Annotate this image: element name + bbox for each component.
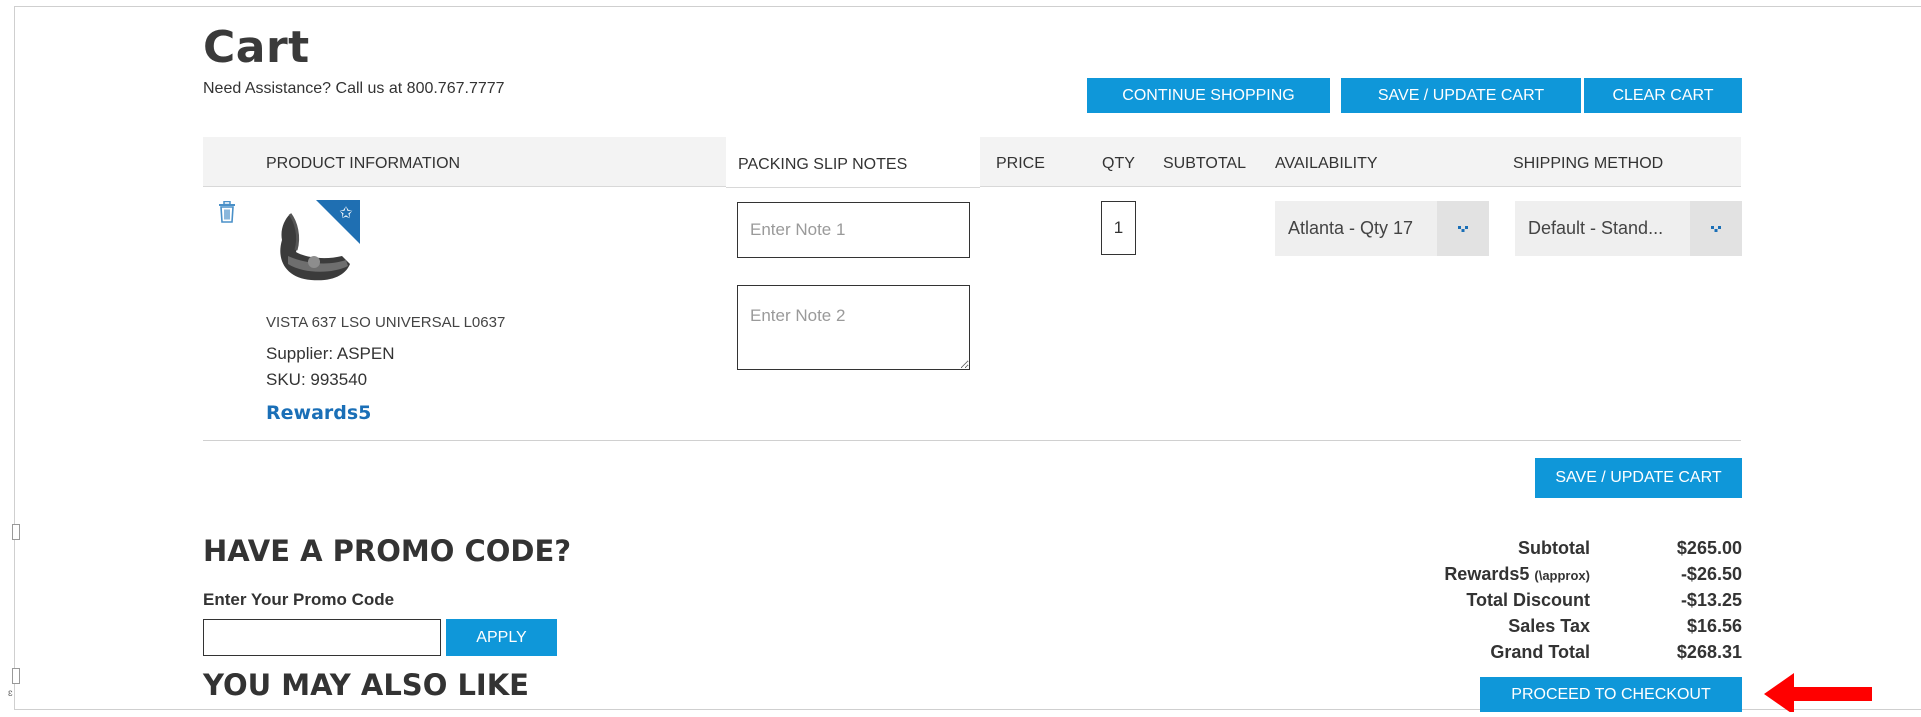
apply-promo-button[interactable]: APPLY	[446, 619, 557, 656]
red-arrow-annotation	[1764, 671, 1874, 715]
proceed-to-checkout-button[interactable]: PROCEED TO CHECKOUT	[1480, 677, 1742, 712]
grand-total-label: Grand Total	[1490, 642, 1590, 662]
product-supplier: Supplier: ASPEN	[266, 344, 395, 363]
total-discount-label: Total Discount	[1466, 590, 1590, 610]
save-update-cart-button[interactable]: SAVE / UPDATE CART	[1341, 78, 1581, 113]
product-rewards-link[interactable]: Rewards5	[266, 402, 371, 424]
you-may-also-like-heading: YOU MAY ALSO LIKE	[203, 668, 529, 702]
product-name[interactable]: VISTA 637 LSO UNIVERSAL L0637	[266, 314, 505, 331]
availability-select[interactable]: Atlanta - Qty 17	[1275, 201, 1489, 256]
star-badge-icon: ✩	[339, 203, 353, 222]
chevron-down-icon[interactable]	[1690, 201, 1742, 256]
promo-heading: HAVE A PROMO CODE?	[203, 534, 572, 568]
shipping-method-value: Default - Stand...	[1528, 218, 1664, 238]
rewards-label-text: Rewards5	[1444, 564, 1530, 584]
chevron-down-icon[interactable]	[1437, 201, 1489, 256]
packing-note-1-input[interactable]	[737, 202, 970, 258]
subtotal-value: $265.00	[1676, 538, 1742, 558]
rewards-label: Rewards5 (\approx)	[1290, 564, 1590, 585]
header-shipping-method: SHIPPING METHOD	[1513, 155, 1664, 172]
shipping-method-select[interactable]: Default - Stand...	[1515, 201, 1742, 256]
quantity-input[interactable]: 1	[1101, 201, 1136, 255]
rewards-value: -$26.50	[1680, 564, 1742, 584]
rewards-note: (\approx)	[1534, 568, 1590, 583]
grand-total-value: $268.31	[1676, 642, 1742, 662]
header-subtotal: SUBTOTAL	[1163, 155, 1246, 172]
edge-marker	[12, 524, 20, 540]
total-discount-value: -$13.25	[1680, 590, 1742, 610]
save-update-cart-button-bottom[interactable]: SAVE / UPDATE CART	[1535, 458, 1742, 498]
edge-marker	[12, 668, 20, 684]
header-price: PRICE	[996, 155, 1045, 172]
row-divider	[203, 440, 1741, 441]
header-availability: AVAILABILITY	[1275, 155, 1378, 172]
subtotal-label: Subtotal	[1518, 538, 1590, 558]
header-qty: QTY	[1102, 155, 1135, 172]
header-product-information: PRODUCT INFORMATION	[266, 155, 461, 172]
product-thumbnail[interactable]: ✩	[266, 200, 360, 286]
edge-text: ɛ	[8, 688, 13, 699]
clear-cart-button[interactable]: CLEAR CART	[1584, 78, 1742, 113]
page-title: Cart	[203, 22, 310, 73]
header-packing-slip-notes: PACKING SLIP NOTES	[738, 156, 908, 173]
packing-note-2-input[interactable]	[737, 285, 970, 370]
promo-label: Enter Your Promo Code	[203, 590, 395, 609]
availability-value: Atlanta - Qty 17	[1288, 218, 1414, 238]
trash-icon[interactable]	[218, 200, 236, 223]
assistance-text: Need Assistance? Call us at 800.767.7777	[203, 80, 505, 97]
sales-tax-value: $16.56	[1686, 616, 1742, 636]
product-sku: SKU: 993540	[266, 370, 368, 389]
sales-tax-label: Sales Tax	[1508, 616, 1590, 636]
continue-shopping-button[interactable]: CONTINUE SHOPPING	[1087, 78, 1330, 113]
promo-code-input[interactable]	[203, 619, 441, 656]
